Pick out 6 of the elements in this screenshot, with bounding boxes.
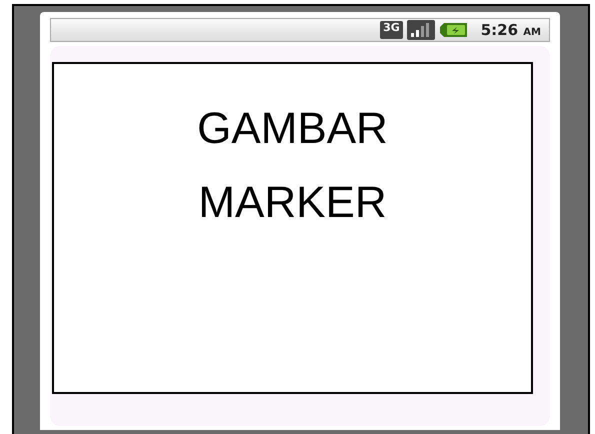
marker-text: MARKER (198, 177, 387, 229)
network-icon: 3G (380, 21, 403, 39)
signal-icon (406, 20, 435, 40)
battery-icon (438, 22, 469, 38)
marker-text: GAMBAR (197, 103, 388, 155)
clock-time: 5:26 AM (480, 21, 541, 39)
